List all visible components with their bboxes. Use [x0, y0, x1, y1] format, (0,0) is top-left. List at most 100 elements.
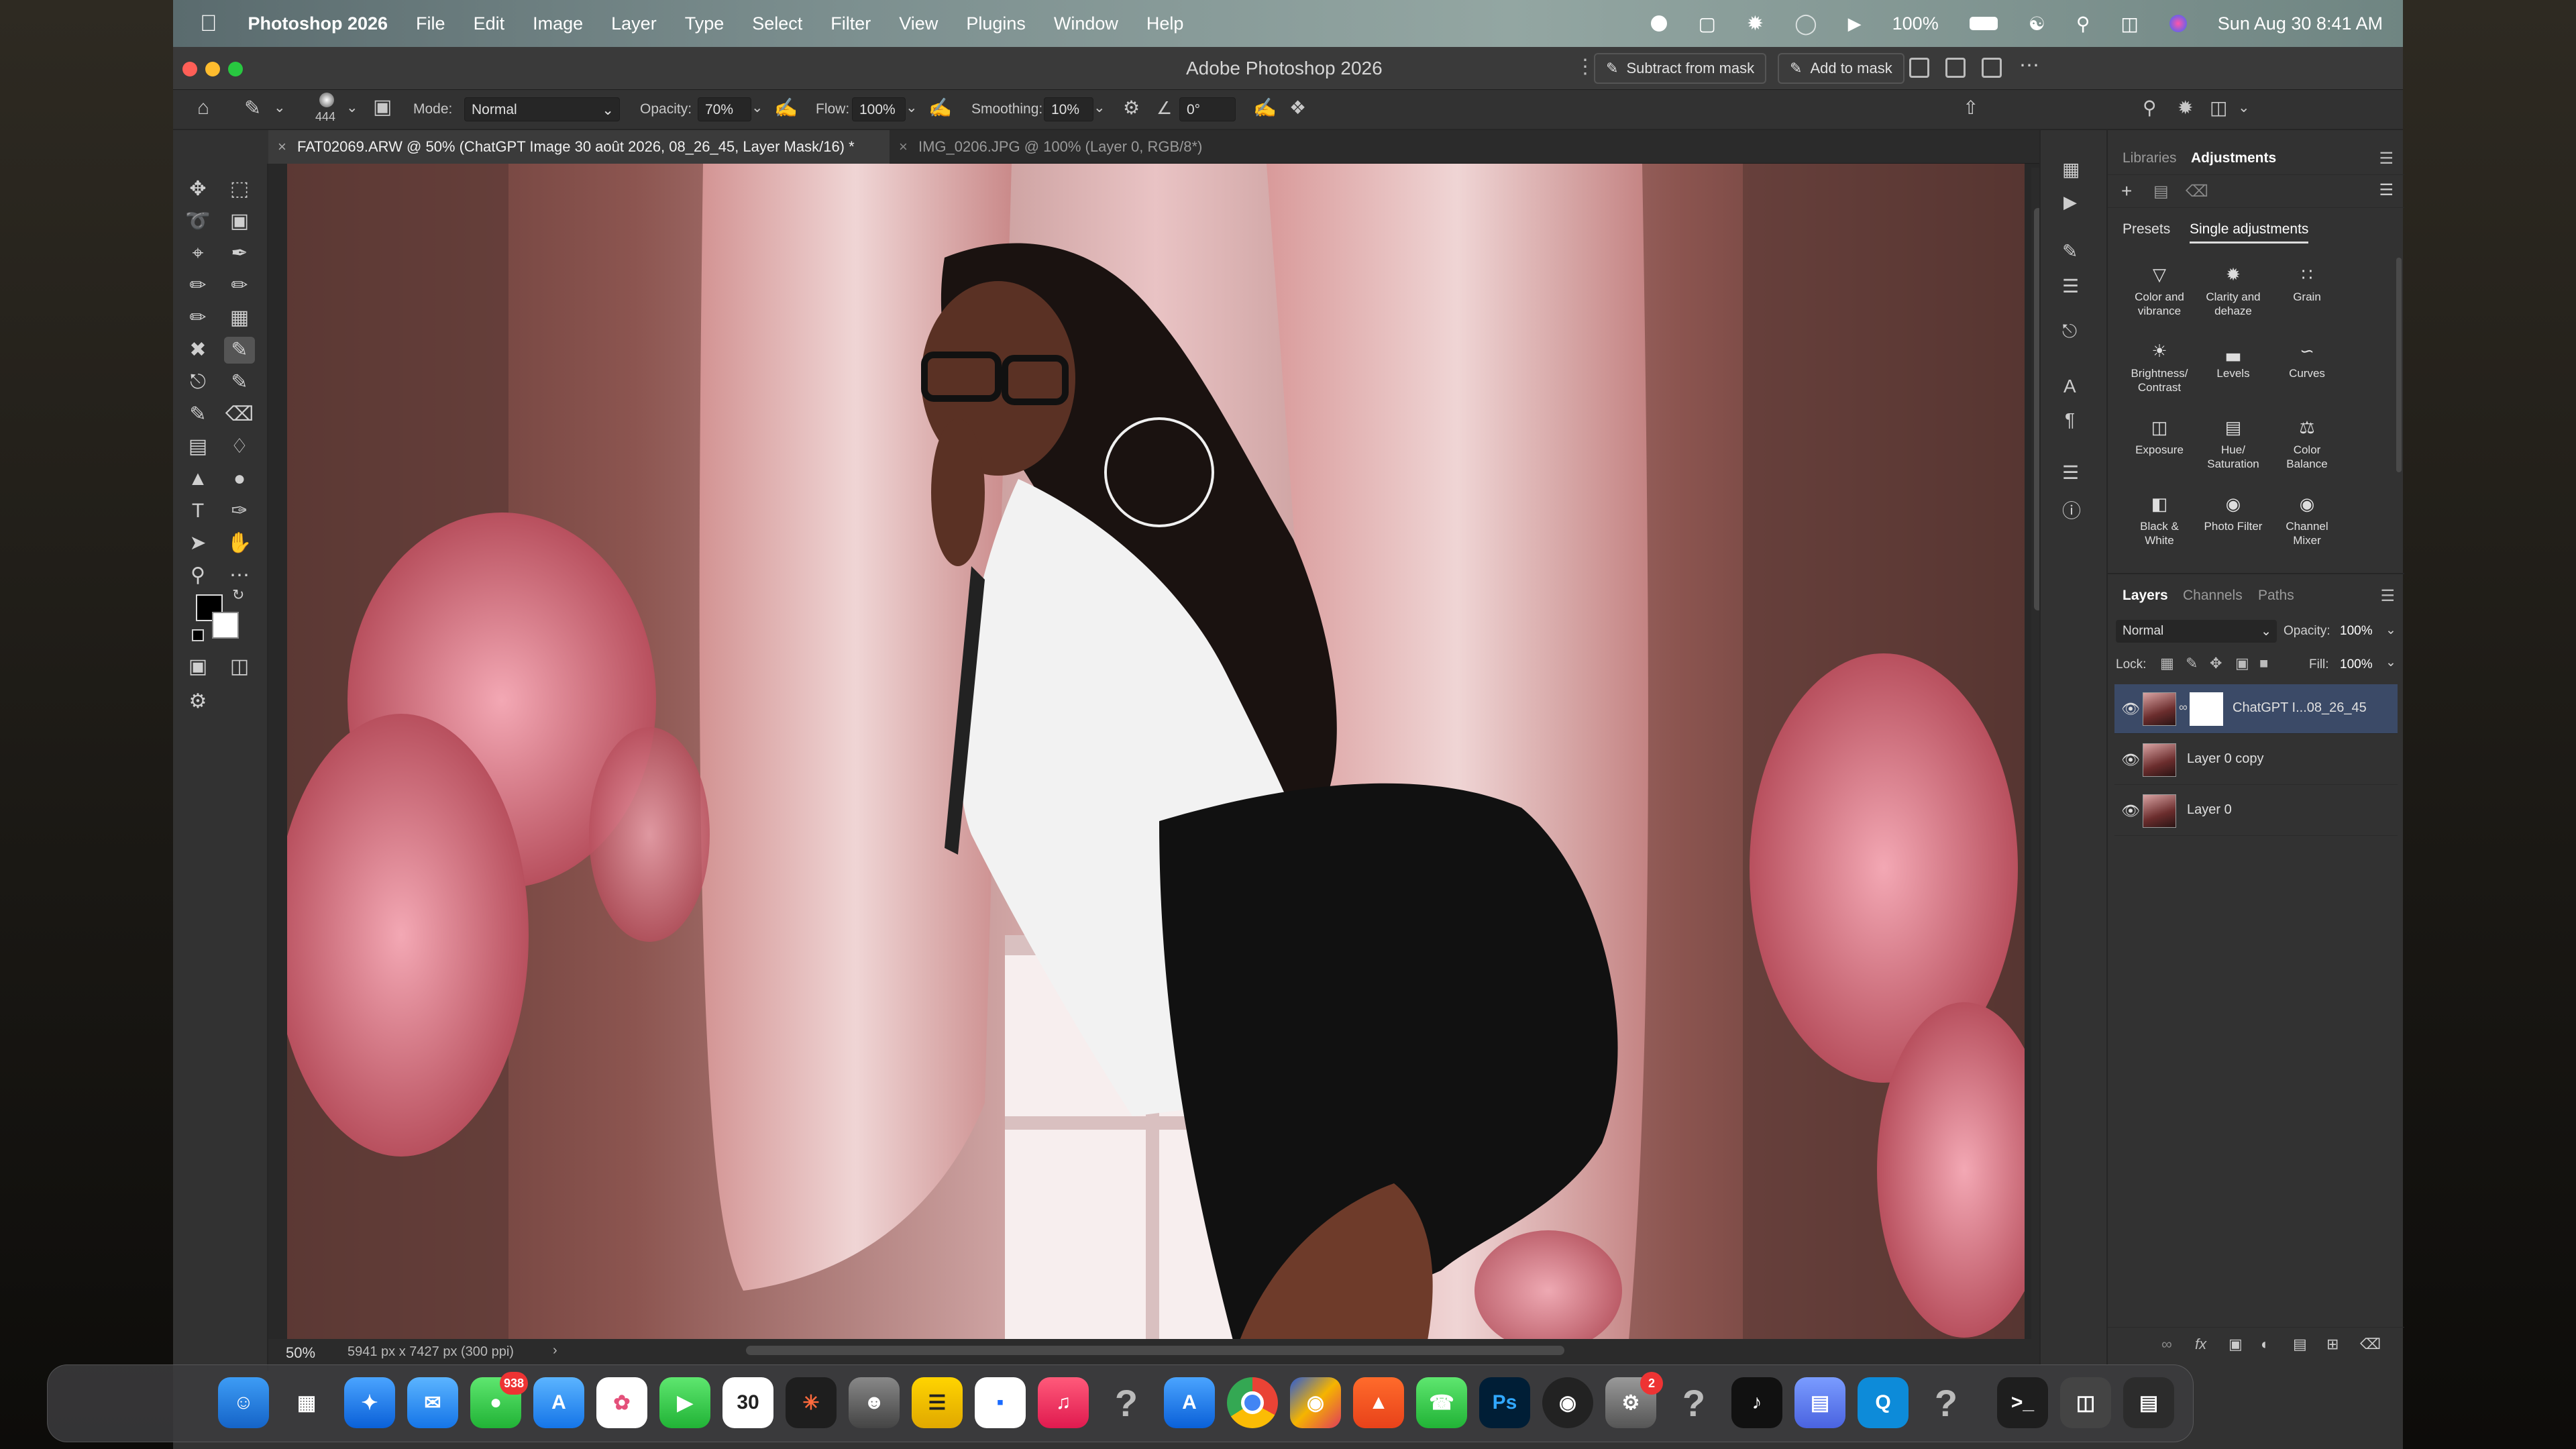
files-icon[interactable]: ▤	[1794, 1377, 1845, 1428]
app-store-icon[interactable]: A	[533, 1377, 584, 1428]
tab-layers[interactable]: Layers	[2123, 588, 2168, 604]
link-layers-icon[interactable]: ∞	[2161, 1336, 2172, 1353]
eye-icon[interactable]: 👁	[2121, 802, 2140, 820]
tab-img0206[interactable]: × IMG_0206.JPG @ 100% (Layer 0, RGB/8*)	[890, 130, 1319, 164]
eyedropper-tool-icon[interactable]: ✒	[224, 240, 255, 267]
finder-icon[interactable]: ☺	[218, 1377, 269, 1428]
layer-name[interactable]: Layer 0	[2187, 802, 2232, 818]
adjustment-grain[interactable]: ∷ Grain	[2270, 264, 2344, 304]
layer-opacity-chevron-icon[interactable]: ⌄	[2385, 623, 2396, 638]
adjustment-brightness-contrast[interactable]: ☀ Brightness/Contrast	[2123, 341, 2196, 394]
gradient-tool-icon[interactable]: ▤	[182, 433, 213, 460]
lock-pixels-icon[interactable]: ▦	[2160, 655, 2174, 672]
angle-field[interactable]: 0°	[1179, 97, 1236, 121]
home-icon[interactable]: ⌂	[197, 97, 209, 119]
remove-tool-icon[interactable]: ✏	[182, 305, 213, 331]
menu-edit[interactable]: Edit	[474, 13, 505, 34]
brightness-icon[interactable]: ✹	[1747, 12, 1764, 36]
eye-icon[interactable]: 👁	[2121, 700, 2140, 718]
content-aware-move-icon[interactable]: ✖	[182, 337, 213, 364]
type-tool-icon[interactable]: T	[182, 498, 213, 525]
blend-mode-select[interactable]: Normal ⌄	[2116, 620, 2277, 643]
calendar-icon[interactable]: 30	[722, 1377, 773, 1428]
layer-row[interactable]: 👁 Layer 0 copy	[2114, 735, 2398, 785]
xcode-icon[interactable]: A	[1164, 1377, 1215, 1428]
adjustment-levels[interactable]: ▃ Levels	[2196, 341, 2270, 380]
fx-icon[interactable]: fx	[2195, 1336, 2206, 1353]
close-tab-icon[interactable]: ×	[278, 138, 286, 155]
symmetry-icon[interactable]: ❖	[1289, 97, 1306, 119]
screen-mirroring-icon[interactable]: ▢	[1698, 13, 1715, 35]
sharpen-tool-icon[interactable]: ▲	[182, 466, 213, 492]
facetime-icon[interactable]: ▶	[659, 1377, 710, 1428]
screen-mode-icon[interactable]: ◫	[224, 653, 255, 680]
add-mask-icon[interactable]: ▣	[2229, 1336, 2243, 1353]
eraser-tool-icon[interactable]: ⌫	[224, 401, 255, 428]
group-folder-icon[interactable]: ▤	[2293, 1336, 2307, 1353]
spot-healing-tool-icon[interactable]: ✏	[224, 272, 255, 299]
brush-preset-chevron-icon[interactable]: ⌄	[274, 99, 286, 116]
more-options-icon[interactable]: ⋯	[2019, 54, 2039, 77]
zoom-level[interactable]: 50%	[286, 1344, 315, 1362]
object-select-tool-icon[interactable]: ▣	[224, 208, 255, 235]
share-icon[interactable]: ⇧	[1963, 97, 1978, 119]
canvas-area[interactable]	[268, 164, 2106, 1340]
folder-icon[interactable]: ▤	[2153, 182, 2169, 201]
mask-options-icon[interactable]	[1909, 58, 1929, 78]
tiktok-icon[interactable]: ♪	[1731, 1377, 1782, 1428]
system-settings-icon[interactable]: ⚙ 2	[1605, 1372, 1663, 1428]
eye-icon[interactable]: 👁	[2121, 751, 2140, 769]
brush-tool-icon[interactable]: ✎	[244, 97, 261, 120]
unknown-app-icon[interactable]: ?	[1921, 1377, 1972, 1428]
history-icon[interactable]: ▦	[2062, 158, 2080, 180]
claude-icon[interactable]: ✳	[786, 1377, 837, 1428]
adjustments-scrollbar[interactable]	[2396, 258, 2402, 472]
zoom-window-icon[interactable]	[228, 62, 243, 76]
mixer-brush-tool-icon[interactable]: ✎	[182, 401, 213, 428]
panel-menu-icon[interactable]: ☰	[2379, 149, 2394, 168]
menu-help[interactable]: Help	[1146, 13, 1184, 34]
close-window-icon[interactable]	[182, 62, 197, 76]
path-selection-tool-icon[interactable]: ➤	[182, 530, 213, 557]
music-icon[interactable]: ♫	[1038, 1377, 1089, 1428]
brush-settings-panel-icon[interactable]: ✎	[2062, 240, 2078, 262]
swap-colors-icon[interactable]: ↻	[232, 586, 244, 604]
control-center-icon[interactable]: ◫	[2121, 13, 2138, 35]
mail-icon[interactable]: ✉	[407, 1377, 458, 1428]
whatsapp-icon[interactable]: ☎	[1416, 1377, 1467, 1428]
smoothing-field[interactable]: 10%	[1044, 97, 1093, 121]
search-icon[interactable]: ⚲	[2143, 97, 2157, 119]
delete-layer-icon[interactable]: ⌫	[2360, 1336, 2381, 1353]
link-icon[interactable]: ∞	[2179, 700, 2188, 714]
launchpad-icon[interactable]: ▦	[281, 1377, 332, 1428]
menu-file[interactable]: File	[416, 13, 445, 34]
fill-value[interactable]: 100%	[2340, 657, 2373, 672]
mode-select[interactable]: Normal ⌄	[464, 97, 620, 121]
siri-icon[interactable]	[2169, 15, 2187, 32]
more-tools-icon[interactable]: ⋯	[224, 562, 255, 589]
tab-single-adjustments[interactable]: Single adjustments	[2190, 221, 2309, 244]
quicktime-icon[interactable]: Q	[1858, 1377, 1909, 1428]
smoothing-chevron-icon[interactable]: ⌄	[1093, 99, 1106, 116]
invert-mask-icon[interactable]	[1945, 58, 1966, 78]
lasso-tool-icon[interactable]: ➰	[182, 208, 213, 235]
background-color-swatch[interactable]	[212, 612, 239, 639]
brush-settings-icon[interactable]: ▣	[373, 95, 392, 119]
photoshop-icon[interactable]: Ps	[1479, 1377, 1530, 1428]
lock-all-icon[interactable]: ■	[2259, 655, 2268, 672]
brush-size-chevron-icon[interactable]: ⌄	[346, 99, 358, 116]
horizontal-scroll-thumb[interactable]	[746, 1346, 1564, 1355]
focus-icon[interactable]: ◯	[1794, 12, 1817, 36]
apple-menu-icon[interactable]: 	[200, 11, 217, 37]
brushes-panel-icon[interactable]: ☰	[2062, 275, 2079, 297]
clone-stamp-tool-icon[interactable]: ⎋	[182, 369, 213, 396]
character-panel-icon[interactable]: A	[2063, 376, 2076, 397]
adjustment-layer-icon[interactable]: ◐	[2261, 1336, 2269, 1353]
hand-tool-icon[interactable]: ✋	[224, 530, 255, 557]
tab-adjustments[interactable]: Adjustments	[2191, 150, 2276, 166]
layers-menu-icon[interactable]: ☰	[2380, 586, 2395, 606]
menu-app-name[interactable]: Photoshop 2026	[248, 13, 388, 34]
menu-filter[interactable]: Filter	[830, 13, 871, 34]
history-brush-tool-icon[interactable]: ✎	[224, 369, 255, 396]
actions-play-icon[interactable]: ▶	[2063, 192, 2077, 213]
